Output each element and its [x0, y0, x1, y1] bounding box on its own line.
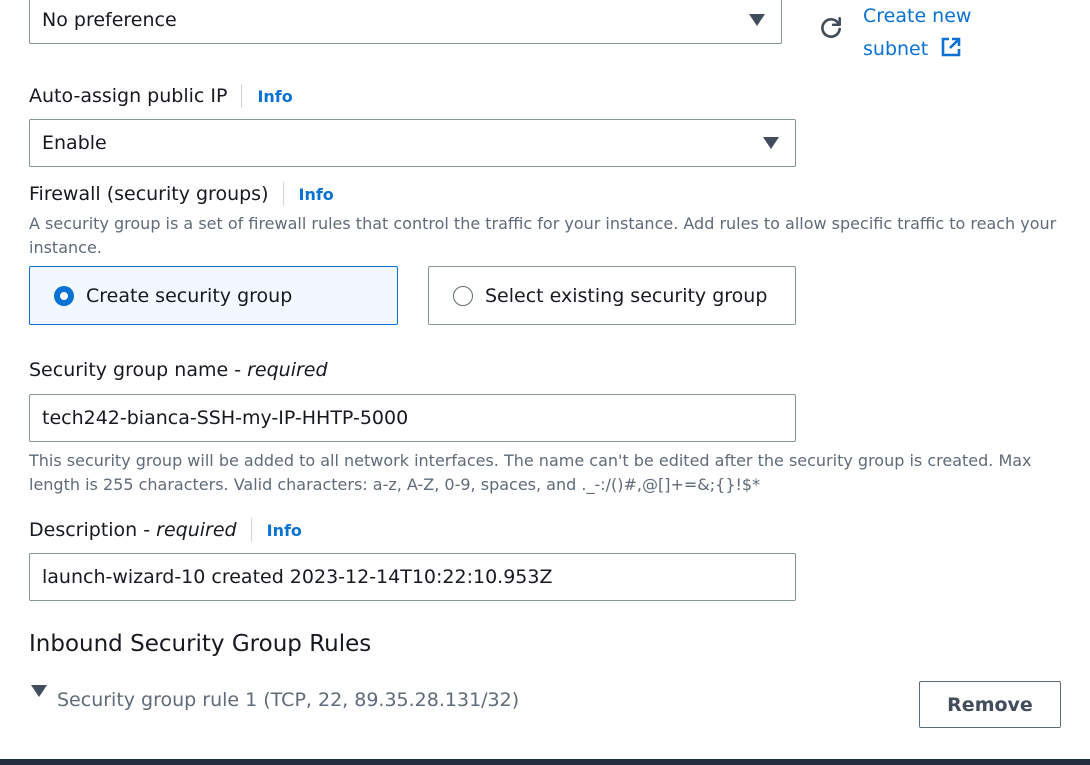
refresh-icon[interactable] [815, 12, 847, 44]
description-label-text: Description - [29, 519, 157, 541]
sg-name-label: Security group name - required [29, 359, 328, 381]
caret-down-expand-icon[interactable] [31, 684, 47, 703]
sg-name-required: required [247, 359, 328, 381]
security-group-rule-1-header[interactable]: Security group rule 1 (TCP, 22, 89.35.28… [57, 689, 519, 711]
select-existing-security-group-label: Select existing security group [485, 284, 768, 307]
inbound-rules-title: Inbound Security Group Rules [29, 631, 372, 657]
auto-assign-ip-value: Enable [42, 132, 107, 154]
caret-down-icon [749, 14, 765, 26]
auto-assign-ip-select[interactable]: Enable [29, 119, 796, 167]
select-existing-security-group-option[interactable]: Select existing security group [428, 266, 796, 325]
info-separator [282, 182, 284, 206]
info-separator [241, 84, 243, 108]
remove-rule-button[interactable]: Remove [919, 681, 1061, 728]
firewall-info-link[interactable]: Info [299, 185, 334, 204]
create-subnet-link-line1: Create new [863, 5, 972, 27]
create-security-group-label: Create security group [86, 284, 293, 307]
description-label: Description - required Info [29, 518, 302, 542]
create-new-subnet-link[interactable]: Create new subnet [863, 0, 1003, 69]
firewall-label: Firewall (security groups) Info [29, 182, 334, 206]
description-required: required [156, 519, 237, 541]
info-separator [250, 518, 252, 542]
security-config-page: No preference Create new subnet Auto-ass… [0, 0, 1090, 765]
auto-assign-ip-label: Auto-assign public IP Info [29, 84, 293, 108]
subnet-select[interactable]: No preference [29, 0, 782, 44]
firewall-description: A security group is a set of firewall ru… [29, 214, 1057, 257]
description-info-link[interactable]: Info [267, 521, 302, 540]
radio-unselected-icon[interactable] [453, 285, 473, 306]
description-input[interactable]: launch-wizard-10 created 2023-12-14T10:2… [29, 553, 796, 601]
create-security-group-option[interactable]: Create security group [29, 266, 398, 325]
footer-bar [0, 759, 1090, 765]
auto-assign-ip-info-link[interactable]: Info [257, 87, 292, 106]
firewall-label-text: Firewall (security groups) [29, 183, 269, 205]
radio-selected-icon[interactable] [54, 285, 74, 306]
sg-name-help: This security group will be added to all… [29, 451, 1032, 494]
sg-name-label-text: Security group name - [29, 359, 248, 381]
sg-name-value: tech242-bianca-SSH-my-IP-HHTP-5000 [42, 407, 409, 429]
create-subnet-link-line2: subnet [863, 38, 929, 60]
description-value: launch-wizard-10 created 2023-12-14T10:2… [42, 566, 553, 588]
sg-name-input[interactable]: tech242-bianca-SSH-my-IP-HHTP-5000 [29, 394, 796, 442]
external-link-icon [940, 36, 962, 69]
caret-down-icon [763, 137, 779, 149]
auto-assign-ip-label-text: Auto-assign public IP [29, 85, 228, 107]
subnet-select-value: No preference [42, 9, 177, 31]
